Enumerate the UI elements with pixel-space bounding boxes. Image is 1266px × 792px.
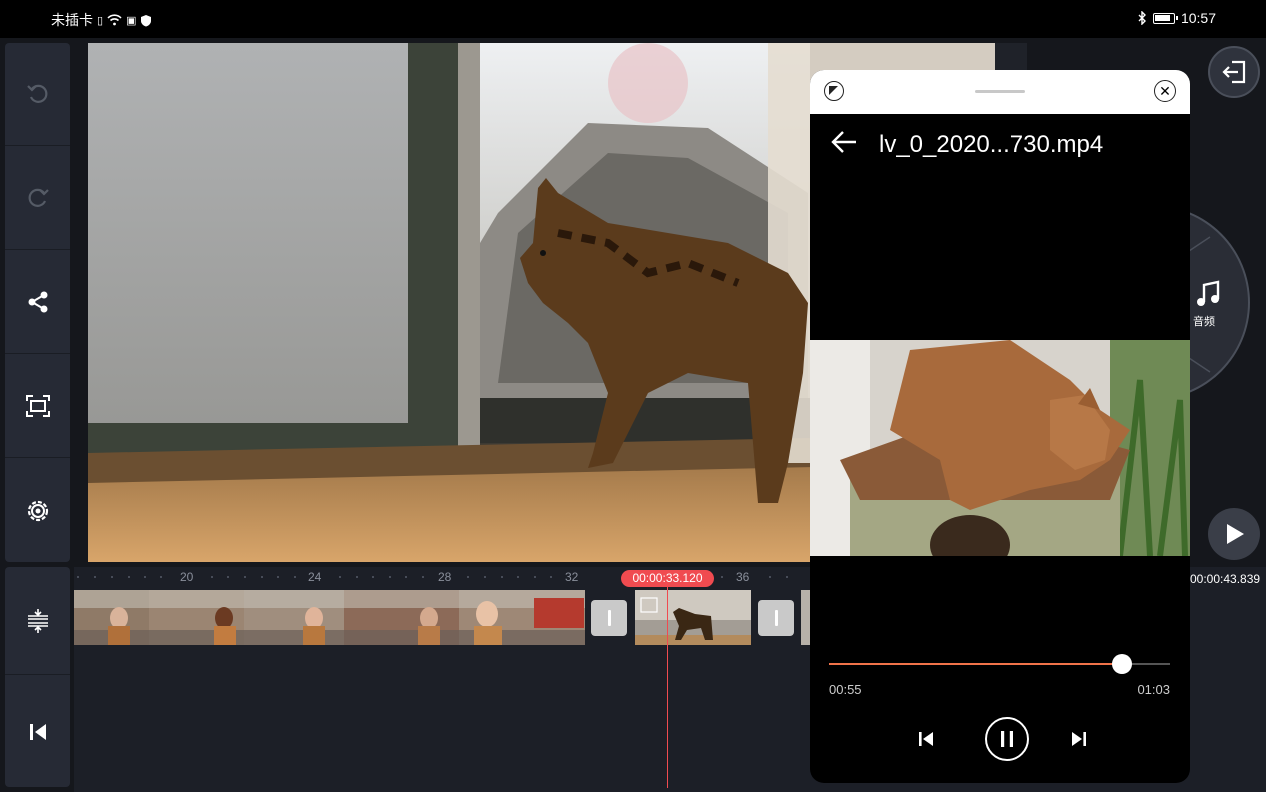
- status-left: 未插卡 ▯ ▣: [51, 10, 152, 30]
- share-icon: [28, 291, 47, 313]
- back-arrow-icon[interactable]: [830, 128, 858, 156]
- close-button[interactable]: ✕: [1154, 80, 1176, 102]
- sim-icon: ▯: [97, 14, 104, 27]
- carrier-label: 未插卡: [51, 12, 93, 28]
- clock: 10:57: [1180, 10, 1216, 26]
- exit-button[interactable]: [1208, 46, 1260, 98]
- resize-icon[interactable]: [824, 81, 844, 101]
- total-duration: 00:00:43.839: [1190, 572, 1261, 586]
- music-icon[interactable]: [1196, 280, 1222, 308]
- play-button[interactable]: [1208, 508, 1260, 560]
- floating-player-window[interactable]: ✕ lv_0_2020...730.mp4 00:55 01:03: [810, 70, 1190, 783]
- undo-icon: [26, 84, 47, 103]
- settings-button[interactable]: [5, 459, 70, 562]
- crop-icon: [25, 395, 50, 417]
- close-icon: ✕: [1159, 83, 1171, 99]
- clip-thumbnails: [74, 590, 585, 645]
- seek-bar[interactable]: [829, 654, 1170, 674]
- skip-to-start-icon: [29, 724, 46, 740]
- redo-icon: [28, 188, 49, 207]
- settings-icon: [27, 500, 48, 521]
- tool-rail: [5, 43, 70, 562]
- pause-icon: [1001, 731, 1013, 747]
- next-button[interactable]: [1067, 727, 1091, 751]
- previous-icon: [919, 732, 933, 746]
- wifi-icon: [107, 14, 122, 26]
- battery-icon: [1152, 12, 1178, 24]
- shield-icon: [141, 14, 152, 26]
- video-clip[interactable]: [74, 590, 585, 645]
- video-title: lv_0_2020...730.mp4: [879, 131, 1104, 158]
- ruler-label: 36: [736, 570, 750, 584]
- video-clip[interactable]: [801, 590, 810, 645]
- notification-icon: ▣: [126, 14, 137, 27]
- ruler-label: 32: [565, 570, 579, 584]
- pause-button[interactable]: [985, 717, 1029, 761]
- playhead[interactable]: [667, 587, 668, 788]
- player-video[interactable]: [810, 340, 1190, 556]
- transition-button[interactable]: [758, 600, 794, 636]
- status-right: 10:57: [1138, 10, 1216, 26]
- video-clip[interactable]: [635, 590, 751, 645]
- track-adjust-icon: [27, 608, 48, 633]
- drag-handle[interactable]: [975, 90, 1025, 93]
- play-icon: [1227, 524, 1244, 544]
- timeline-ruler: 20 24 28 32 36: [74, 568, 834, 586]
- jump-to-start-button[interactable]: [5, 677, 70, 787]
- transition-button[interactable]: [591, 600, 627, 636]
- player-frame: [810, 340, 1190, 556]
- exit-icon: [1222, 60, 1246, 84]
- bluetooth-icon: [1138, 11, 1146, 25]
- ruler-label: 20: [180, 570, 194, 584]
- ruler-label: 24: [308, 570, 322, 584]
- floating-window-header[interactable]: ✕: [810, 70, 1190, 114]
- seek-progress: [829, 663, 1123, 665]
- track-adjust-button[interactable]: [5, 567, 70, 675]
- seek-handle[interactable]: [1112, 654, 1133, 674]
- ruler-label: 28: [438, 570, 452, 584]
- share-button[interactable]: [5, 251, 70, 354]
- timeline-rail: [5, 567, 70, 787]
- clip-thumbnails: [635, 590, 751, 645]
- next-icon: [1072, 732, 1086, 746]
- duration: 01:03: [1137, 682, 1170, 697]
- crop-button[interactable]: [5, 355, 70, 458]
- status-bar: 未插卡 ▯ ▣ 10:57: [0, 0, 1266, 38]
- undo-button[interactable]: [5, 43, 70, 146]
- audio-label: 音频: [1193, 316, 1215, 328]
- previous-button[interactable]: [914, 727, 938, 751]
- redo-button[interactable]: [5, 147, 70, 250]
- current-time: 00:55: [829, 682, 862, 697]
- playhead-time: 00:00:33.120: [621, 570, 714, 587]
